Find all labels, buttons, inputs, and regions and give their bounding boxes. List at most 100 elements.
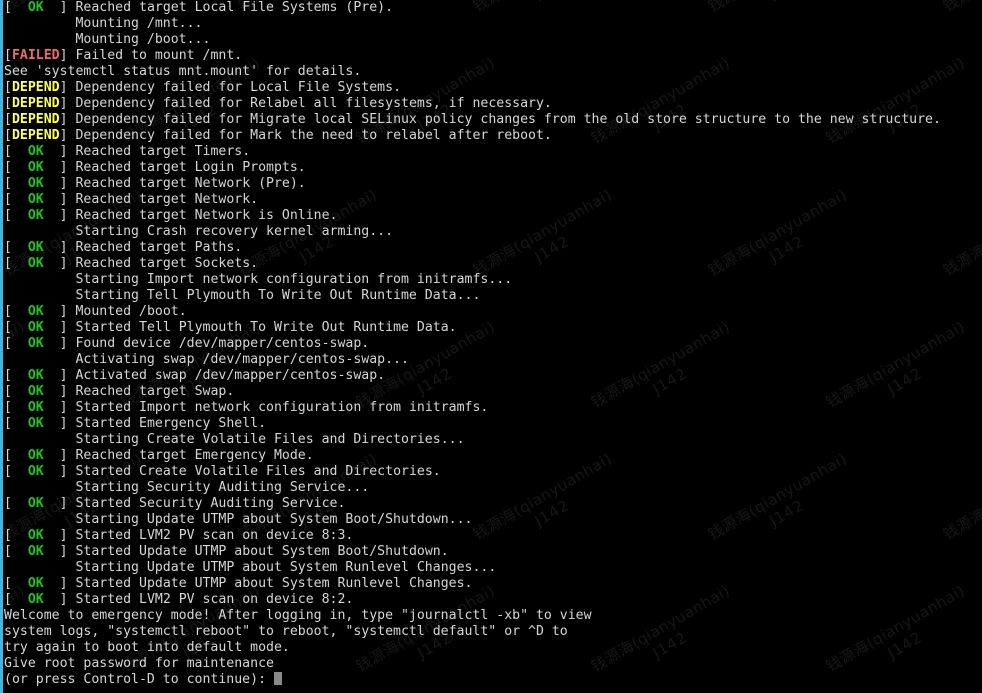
status-bracket-open: [ bbox=[4, 496, 12, 511]
status-bracket-close: ] bbox=[59, 96, 76, 111]
status-bracket-open: [ bbox=[4, 144, 12, 159]
console-line: [ OK ] Started Import network configurat… bbox=[0, 400, 982, 416]
status-badge: OK bbox=[11, 256, 60, 271]
console-line-text: Starting Import network configuration fr… bbox=[75, 272, 513, 287]
status-bracket-close bbox=[4, 272, 75, 287]
console-line-text: Give root password for maintenance bbox=[4, 656, 274, 671]
status-badge: DEPEND bbox=[11, 96, 60, 111]
status-bracket-close: ] bbox=[59, 80, 76, 95]
console-line: [ OK ] Reached target Timers. bbox=[0, 144, 982, 160]
status-bracket-close: ] bbox=[59, 208, 76, 223]
console-line: Starting Update UTMP about System Runlev… bbox=[0, 560, 982, 576]
status-bracket-close: ] bbox=[59, 112, 76, 127]
status-bracket-close: ] bbox=[59, 144, 76, 159]
console-line-text: Started Security Auditing Service. bbox=[75, 496, 346, 511]
console-line-text: Started Update UTMP about System Boot/Sh… bbox=[75, 544, 449, 559]
status-bracket-open: [ bbox=[4, 400, 12, 415]
console-line: Starting Security Auditing Service... bbox=[0, 480, 982, 496]
status-bracket-open: [ bbox=[4, 80, 12, 95]
status-bracket-close: ] bbox=[59, 160, 76, 175]
console-line: [ OK ] Reached target Login Prompts. bbox=[0, 160, 982, 176]
status-bracket-close: ] bbox=[59, 240, 76, 255]
console-line-text: system logs, "systemctl reboot" to reboo… bbox=[4, 624, 568, 639]
status-bracket-close: ] bbox=[59, 448, 76, 463]
status-bracket-open: [ bbox=[4, 464, 12, 479]
status-bracket-close bbox=[4, 432, 75, 447]
status-badge: DEPEND bbox=[11, 128, 60, 143]
status-bracket-open: [ bbox=[4, 336, 12, 351]
console-line-text: Reached target Paths. bbox=[75, 240, 243, 255]
status-bracket-close: ] bbox=[59, 48, 76, 63]
status-bracket-close: ] bbox=[59, 0, 76, 15]
status-badge: OK bbox=[11, 240, 60, 255]
console-line: [ OK ] Started Tell Plymouth To Write Ou… bbox=[0, 320, 982, 336]
console-line: [ OK ] Reached target Emergency Mode. bbox=[0, 448, 982, 464]
console-line: Welcome to emergency mode! After logging… bbox=[0, 608, 982, 624]
status-badge: OK bbox=[11, 592, 60, 607]
status-bracket-close: ] bbox=[59, 416, 76, 431]
boot-console[interactable]: 钱源海(qianyuanhai)J142钱源海(qianyuanhai)J142… bbox=[0, 0, 982, 693]
status-bracket-close bbox=[4, 288, 75, 303]
status-bracket-open: [ bbox=[4, 160, 12, 175]
console-line-text: Starting Security Auditing Service... bbox=[75, 480, 370, 495]
console-line: Starting Update UTMP about System Boot/S… bbox=[0, 512, 982, 528]
status-bracket-open: [ bbox=[4, 0, 12, 15]
status-bracket-open: [ bbox=[4, 320, 12, 335]
status-bracket-close: ] bbox=[59, 304, 76, 319]
status-badge: OK bbox=[11, 208, 60, 223]
status-bracket-open: [ bbox=[4, 384, 12, 399]
console-line-text: Started Import network configuration fro… bbox=[75, 400, 489, 415]
status-bracket-close: ] bbox=[59, 464, 76, 479]
console-line: [ OK ] Reached target Sockets. bbox=[0, 256, 982, 272]
status-bracket-close: ] bbox=[59, 176, 76, 191]
console-line: [ OK ] Reached target Swap. bbox=[0, 384, 982, 400]
console-line-text: Started Tell Plymouth To Write Out Runti… bbox=[75, 320, 457, 335]
status-bracket-open: [ bbox=[4, 240, 12, 255]
console-line-text: Starting Update UTMP about System Boot/S… bbox=[75, 512, 473, 527]
status-bracket-open: [ bbox=[4, 528, 12, 543]
status-bracket-close: ] bbox=[59, 320, 76, 335]
status-badge: OK bbox=[11, 448, 60, 463]
console-line-text: Reached target Network (Pre). bbox=[75, 176, 306, 191]
status-badge: OK bbox=[11, 176, 60, 191]
status-badge: DEPEND bbox=[11, 112, 60, 127]
status-badge: OK bbox=[11, 528, 60, 543]
console-line: [ OK ] Reached target Local File Systems… bbox=[0, 0, 982, 16]
console-line: [ OK ] Started LVM2 PV scan on device 8:… bbox=[0, 528, 982, 544]
text-cursor bbox=[273, 672, 282, 685]
status-badge: OK bbox=[11, 464, 60, 479]
status-badge: OK bbox=[11, 144, 60, 159]
console-line-text: Mounting /boot... bbox=[75, 32, 211, 47]
status-badge: OK bbox=[11, 544, 60, 559]
console-line-text: Activating swap /dev/mapper/centos-swap.… bbox=[75, 352, 409, 367]
status-bracket-open: [ bbox=[4, 544, 12, 559]
status-badge: OK bbox=[11, 336, 60, 351]
console-line-text: Reached target Login Prompts. bbox=[75, 160, 306, 175]
console-line-text: Dependency failed for Mark the need to r… bbox=[75, 128, 552, 143]
console-line-text: Dependency failed for Relabel all filesy… bbox=[75, 96, 552, 111]
console-line-text: Welcome to emergency mode! After logging… bbox=[4, 608, 592, 623]
console-line-text: (or press Control-D to continue): bbox=[4, 672, 267, 687]
status-bracket-open: [ bbox=[4, 208, 12, 223]
status-bracket-open: [ bbox=[4, 112, 12, 127]
console-line-text: Starting Update UTMP about System Runlev… bbox=[75, 560, 497, 575]
status-bracket-open: [ bbox=[4, 304, 12, 319]
console-line-text: Starting Create Volatile Files and Direc… bbox=[75, 432, 465, 447]
console-line-text: Mounting /mnt... bbox=[75, 16, 203, 31]
status-badge: OK bbox=[11, 160, 60, 175]
status-bracket-close: ] bbox=[59, 192, 76, 207]
console-line-text: Dependency failed for Migrate local SELi… bbox=[75, 112, 941, 127]
console-line-text: Mounted /boot. bbox=[75, 304, 187, 319]
console-line: Give root password for maintenance bbox=[0, 656, 982, 672]
console-line: [ OK ] Found device /dev/mapper/centos-s… bbox=[0, 336, 982, 352]
status-badge: OK bbox=[11, 416, 60, 431]
status-bracket-close: ] bbox=[59, 496, 76, 511]
console-line: [ OK ] Started Emergency Shell. bbox=[0, 416, 982, 432]
console-line: Activating swap /dev/mapper/centos-swap.… bbox=[0, 352, 982, 368]
status-bracket-open: [ bbox=[4, 448, 12, 463]
console-line: system logs, "systemctl reboot" to reboo… bbox=[0, 624, 982, 640]
console-line-text: Reached target Timers. bbox=[75, 144, 251, 159]
status-bracket-close: ] bbox=[59, 528, 76, 543]
console-line-text: Started Emergency Shell. bbox=[75, 416, 267, 431]
status-bracket-close bbox=[4, 224, 75, 239]
